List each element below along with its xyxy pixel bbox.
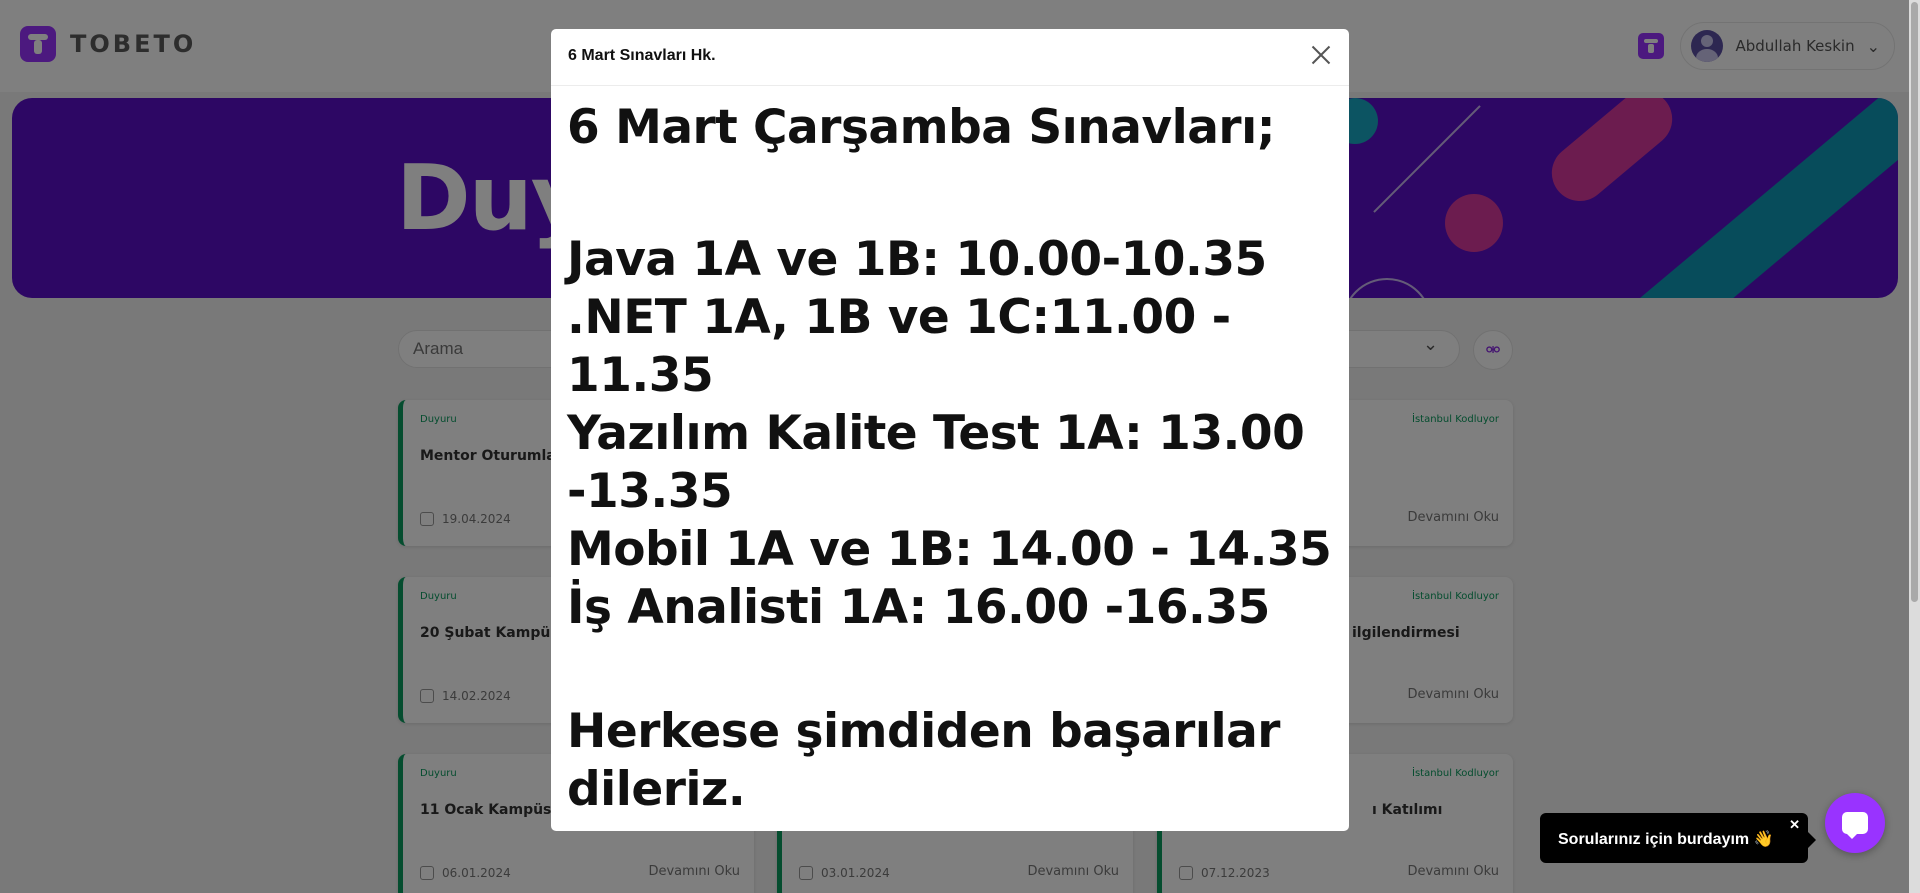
exam-line: Yazılım Kalite Test 1A: 13.00 -13.35 bbox=[567, 406, 1305, 519]
chat-bubble-icon bbox=[1842, 812, 1868, 839]
exam-line: Java 1A ve 1B: 10.00-10.35 bbox=[567, 232, 1267, 287]
closing-message: Herkese şimdiden başarılar dileriz. bbox=[567, 704, 1280, 817]
exam-heading: 6 Mart Çarşamba Sınavları; bbox=[567, 100, 1276, 155]
announcement-modal: 6 Mart Sınavları Hk. 6 Mart Çarşamba Sın… bbox=[551, 29, 1349, 831]
chat-tooltip: Sorularınız için burdayım 👋 ✕ bbox=[1540, 813, 1816, 863]
modal-body: 6 Mart Çarşamba Sınavları; Java 1A ve 1B… bbox=[567, 99, 1337, 819]
close-icon[interactable]: ✕ bbox=[1789, 817, 1800, 833]
page-scrollbar[interactable] bbox=[1909, 0, 1920, 893]
tooltip-arrow bbox=[1808, 832, 1816, 848]
exam-line: .NET 1A, 1B ve 1C:11.00 - 11.35 bbox=[567, 290, 1231, 403]
chat-tooltip-text: Sorularınız için burdayım 👋 bbox=[1558, 831, 1774, 848]
scrollbar-thumb[interactable] bbox=[1911, 2, 1918, 602]
exam-line: Mobil 1A ve 1B: 14.00 - 14.35 bbox=[567, 522, 1332, 577]
modal-title: 6 Mart Sınavları Hk. bbox=[568, 47, 716, 64]
modal-header: 6 Mart Sınavları Hk. bbox=[551, 29, 1349, 86]
chat-button[interactable] bbox=[1825, 793, 1885, 853]
exam-line: İş Analisti 1A: 16.00 -16.35 bbox=[567, 580, 1270, 635]
close-icon[interactable] bbox=[1307, 41, 1335, 69]
